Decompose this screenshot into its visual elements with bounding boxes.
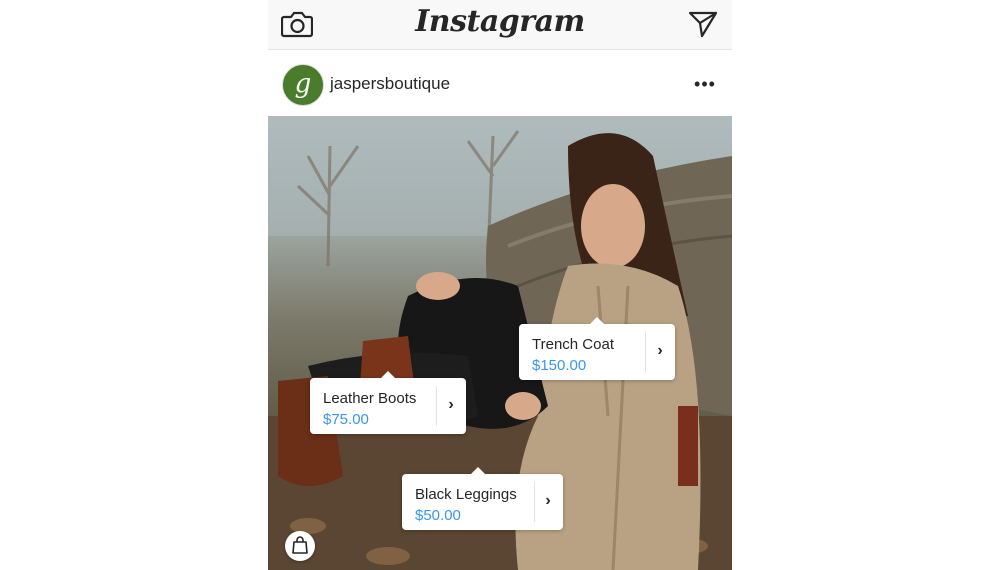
post-header: g jaspersboutique ••• [268, 50, 732, 116]
product-tag-black-leggings[interactable]: Black Leggings $50.00 › [402, 467, 563, 530]
product-price: $150.00 [532, 357, 587, 374]
product-price: $50.00 [415, 507, 461, 524]
paper-plane-icon[interactable] [688, 9, 718, 39]
product-tag-trench-coat[interactable]: Trench Coat $150.00 › [519, 317, 675, 380]
product-price: $75.00 [323, 411, 369, 428]
instagram-logo: Instagram [415, 4, 585, 39]
top-navigation-bar: Instagram [268, 0, 732, 50]
shopping-bag-icon[interactable] [285, 531, 315, 561]
tag-pointer [589, 317, 605, 325]
avatar[interactable]: g [282, 64, 324, 106]
instagram-app: Instagram g jaspersboutique ••• Trench C… [268, 0, 732, 570]
product-name: Black Leggings [415, 486, 517, 503]
chevron-right-icon: › [545, 492, 551, 509]
product-name: Leather Boots [323, 390, 417, 407]
tag-pointer [470, 467, 486, 475]
tag-divider [436, 386, 437, 426]
chevron-right-icon: › [448, 396, 454, 413]
tag-divider [534, 482, 535, 522]
avatar-letter: g [294, 69, 312, 99]
username-link[interactable]: jaspersboutique [330, 74, 450, 94]
chevron-right-icon: › [657, 342, 663, 359]
tag-pointer [380, 371, 396, 379]
product-tag-leather-boots[interactable]: Leather Boots $75.00 › [310, 371, 466, 434]
post-photo[interactable]: Trench Coat $150.00 › Leather Boots $75.… [268, 116, 732, 570]
product-name: Trench Coat [532, 336, 614, 353]
tag-divider [645, 332, 646, 372]
more-options-icon[interactable]: ••• [692, 75, 718, 93]
